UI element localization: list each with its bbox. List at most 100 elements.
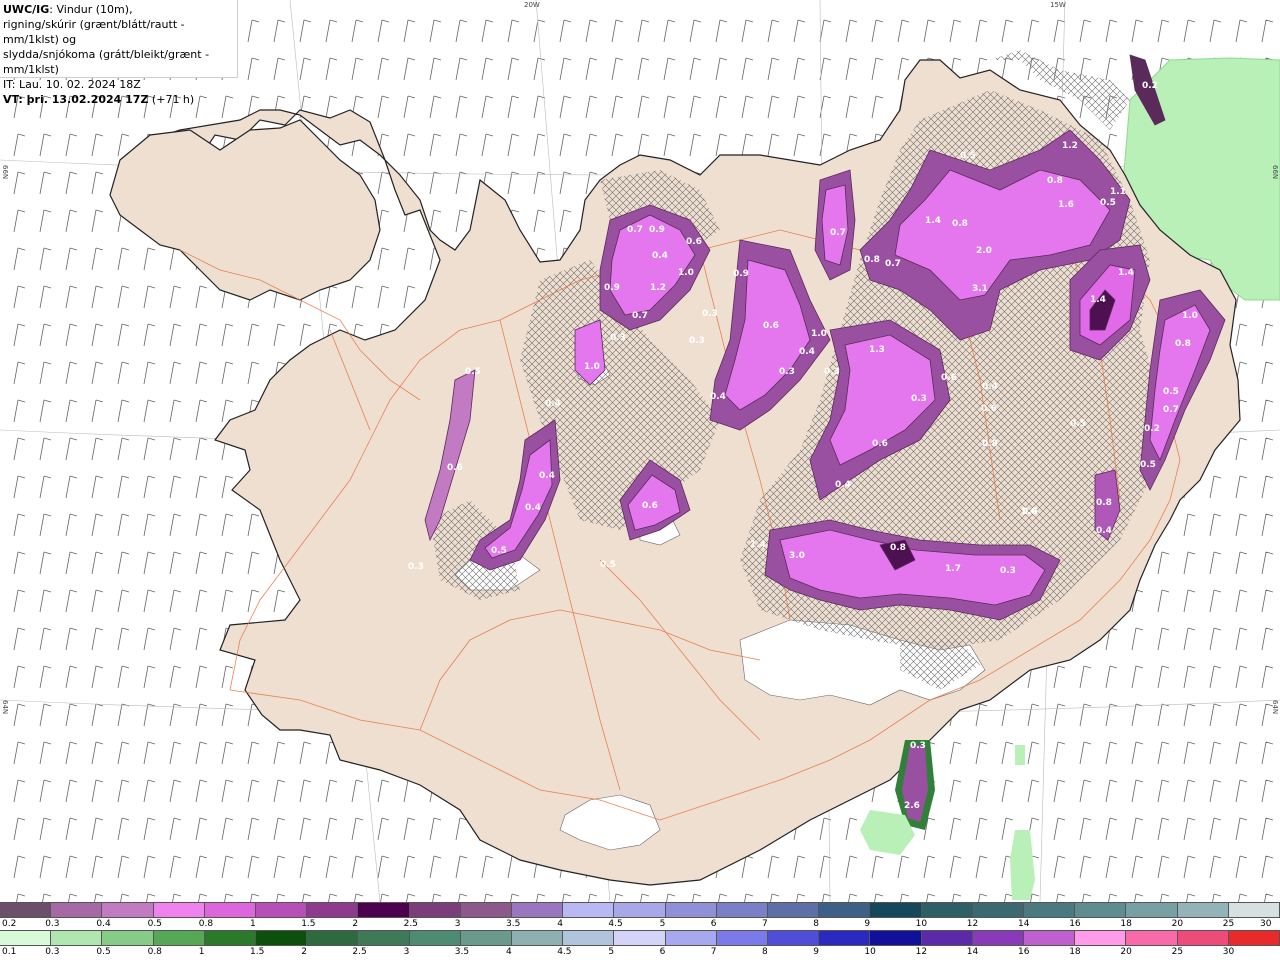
- lead-time: (+71 h): [148, 93, 195, 106]
- precip-value-v17: 1.0: [1182, 311, 1198, 321]
- precip-value-v4: 0.8: [952, 219, 968, 229]
- snowLabels-label: 4.5: [608, 919, 623, 929]
- rainLabels-label: 30: [1222, 947, 1235, 957]
- snowLabels-label: 0.8: [198, 919, 214, 929]
- precip-value-v52: 0.3: [824, 367, 840, 377]
- precip-value-v39: 1.3: [869, 345, 885, 355]
- rainRow-swatch: [1075, 931, 1127, 945]
- snowRow-swatch: [153, 903, 205, 917]
- precip-value-v70: 0.3: [910, 741, 926, 751]
- rainRow-swatch: [307, 931, 359, 945]
- precip-value-v22: 0.5: [1140, 460, 1156, 470]
- precip-value-v60: 0.3: [408, 562, 424, 572]
- precip-value-v7: 1.1: [1110, 187, 1126, 197]
- rain-legend-swatches: [0, 930, 1280, 946]
- rainRow-swatch: [0, 931, 52, 945]
- rainLabels-label: 0.8: [147, 947, 162, 957]
- snowRow-swatch: [102, 903, 154, 917]
- snowRow-swatch: [358, 903, 410, 917]
- snow-legend-swatches: [0, 902, 1280, 918]
- rainLabels-label: 4: [506, 947, 512, 957]
- rainRow-swatch: [665, 931, 717, 945]
- product-desc: : Vindur (10m),: [49, 3, 133, 16]
- map-title-box: UWC/IG: Vindur (10m), rigning/skúrir (gr…: [0, 0, 238, 106]
- snowLabels-label: 7: [762, 919, 768, 929]
- rainLabels-label: 25: [1171, 947, 1184, 957]
- snowLabels-label: 25: [1222, 919, 1235, 929]
- title-line-3: slydda/snjókoma (grátt/bleikt/grænt - mm…: [3, 48, 210, 76]
- title-line-4: IT: Lau. 10. 02. 2024 18Z: [3, 78, 141, 91]
- rainLabels-label: 7: [710, 947, 717, 957]
- snowRow-swatch: [870, 903, 922, 917]
- snowRow-swatch: [1228, 903, 1280, 917]
- snowRow-swatch: [1177, 903, 1229, 917]
- rainLabels-label: 0.3: [45, 947, 60, 957]
- snowRow-swatch: [256, 903, 308, 917]
- precip-value-v27: 0.7: [627, 225, 643, 235]
- precip-value-v55: 0.4: [545, 399, 561, 409]
- rainLabels-label: 10: [864, 947, 876, 957]
- precip-value-v1: 0.2: [1142, 81, 1158, 91]
- snowRow-swatch: [460, 903, 513, 917]
- rainLabels-label: 16: [1018, 947, 1030, 957]
- rainRow-swatch: [153, 931, 205, 945]
- precip-value-v3: 1.4: [925, 216, 941, 226]
- snowRow-swatch: [307, 903, 359, 917]
- forecast-map[interactable]: 0.2 0.5 1.4 0.8 1.2 0.8 1.1 1.6 0.5 0.7 0.8 0.7 2.0 3…: [0, 0, 1280, 902]
- rain-legend: 0.1 0.3 0.5 0.8 1 1.5 2 2.5 3 3.5 4 4.5 5 6 7 8 9 10 12 14 1…: [0, 930, 1280, 960]
- snow-legend: 0.2 0.3 0.4 0.5 0.8 1 1.5 2 2.5 3 3.5 4 4.5 5 6 7 8 9 10 12…: [0, 902, 1280, 932]
- precip-value-v23: 0.5: [1070, 419, 1086, 429]
- snowLabels-label: 5: [659, 919, 666, 929]
- precip-value-v28: 0.9: [649, 225, 665, 235]
- precip-value-v21: 0.2: [1144, 424, 1160, 434]
- rainRow-swatch: [204, 931, 257, 945]
- snowLabels-label: 0.5: [147, 919, 162, 929]
- precip-value-v59: 0.5: [491, 546, 507, 556]
- precip-value-v26: 0.4: [1096, 526, 1112, 536]
- snowLabels-label: 0.4: [96, 919, 111, 929]
- precip-value-v42: 0.4: [982, 382, 998, 392]
- precip-value-v44: 0.8: [982, 439, 998, 449]
- grid-label-right-64n: 64N: [1271, 700, 1279, 715]
- precip-value-v29: 0.6: [686, 237, 702, 247]
- snowRow-swatch: [563, 903, 615, 917]
- rainLabels-label: 5: [608, 947, 615, 957]
- precip-value-v34: 0.7: [632, 311, 648, 321]
- title-line-5: VT: þri. 13.02.2024 17Z (+71 h): [3, 92, 234, 107]
- snowRow-swatch: [1126, 903, 1178, 917]
- precip-value-v43: 0.6: [981, 404, 997, 414]
- rainRow-swatch: [716, 931, 769, 945]
- product-code: UWC/IG: [3, 3, 50, 16]
- rainLabels-label: 6: [659, 947, 666, 957]
- rainRow-swatch: [972, 931, 1025, 945]
- precip-value-v61: 0.6: [642, 501, 658, 511]
- snowRow-swatch: [51, 903, 103, 917]
- snowLabels-label: 0.2: [2, 919, 17, 929]
- snowRow-swatch: [409, 903, 461, 917]
- precip-value-v53: 1.0: [584, 362, 600, 372]
- snowLabels-label: 16: [1069, 919, 1081, 929]
- rainRow-swatch: [256, 931, 308, 945]
- rainRow-swatch: [460, 931, 513, 945]
- rainRow-swatch: [51, 931, 103, 945]
- snowRow-swatch: [204, 903, 257, 917]
- snowRow-swatch: [614, 903, 666, 917]
- precip-value-v33: 1.2: [650, 283, 666, 293]
- precip-value-v64: 0.8: [890, 543, 906, 553]
- precip-value-v47: 0.3: [911, 394, 927, 404]
- rainLabels-label: 2.5: [352, 947, 367, 957]
- snowRow-swatch: [716, 903, 769, 917]
- snowRow-swatch: [972, 903, 1025, 917]
- precip-value-v63: 3.0: [789, 551, 805, 561]
- snowLabels-label: 12: [966, 919, 979, 929]
- snowLabels-label: 6: [710, 919, 717, 929]
- rainRow-swatch: [563, 931, 615, 945]
- rainLabels-label: 3.5: [454, 947, 470, 957]
- grid-label-left-64n: 64N: [1, 700, 9, 715]
- precip-value-v20: 0.7: [1163, 405, 1179, 415]
- rainLabels-label: 1: [198, 947, 205, 957]
- grid-label-20w: 20W: [524, 1, 540, 9]
- rainLabels-label: 8: [762, 947, 768, 957]
- rainLabels-label: 12: [915, 947, 928, 957]
- rainRow-swatch: [1126, 931, 1178, 945]
